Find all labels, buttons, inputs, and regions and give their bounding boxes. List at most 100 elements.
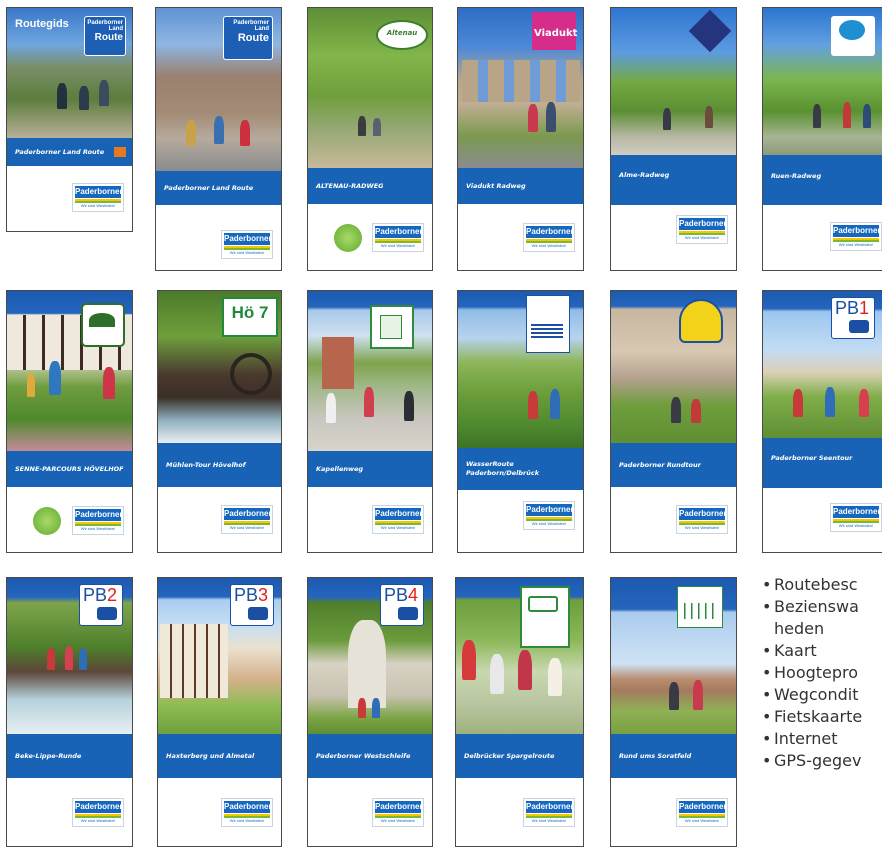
logo-name: Paderborner bbox=[526, 504, 574, 516]
pb-route-sign: PB1 bbox=[831, 297, 875, 339]
bicycle-icon bbox=[398, 607, 418, 620]
title-band: Ruen-Radweg bbox=[763, 155, 882, 205]
cyclist bbox=[214, 116, 224, 144]
cyclist bbox=[79, 648, 87, 670]
route-badge bbox=[520, 586, 570, 648]
logo-name: Paderborner bbox=[224, 508, 272, 520]
logo-tagline: Wir sind Westfalen! bbox=[229, 250, 265, 255]
brochure-title: SENNE-PARCOURS HÖVELHOF bbox=[15, 465, 124, 473]
paderborner-land-logo: Paderborner Wir sind Westfalen! bbox=[72, 798, 124, 827]
brochure-photo bbox=[7, 291, 132, 451]
logo-tagline: Wir sind Westfalen! bbox=[80, 818, 116, 823]
title-band: Beke-Lippe-Runde bbox=[7, 734, 132, 778]
paderborner-land-logo: Paderborner Wir sind Westfalen! bbox=[372, 223, 424, 252]
brochure-photo bbox=[611, 291, 736, 443]
logo-name: Paderborner bbox=[679, 801, 727, 813]
paderborner-land-logo: Paderborner Wir sind Westfalen! bbox=[72, 183, 124, 212]
brochure-card: Hö 7 Mühlen-Tour Hövelhof Paderborner Wi… bbox=[157, 290, 282, 553]
brochure-photo: Altenau bbox=[308, 8, 432, 168]
cyclist bbox=[49, 361, 61, 395]
brochure-photo bbox=[611, 578, 736, 734]
paderborner-land-logo: Paderborner Wir sind Westfalen! bbox=[523, 223, 575, 252]
list-item: • Internet bbox=[762, 729, 838, 748]
logo-tagline: Wir sind Westfalen! bbox=[684, 525, 720, 530]
route-badge bbox=[526, 295, 570, 353]
paderborner-land-logo: Paderborner Wir sind Westfalen! bbox=[72, 506, 124, 535]
brochure-title: Paderborner Westschleife bbox=[316, 752, 411, 760]
logo-name: Paderborner bbox=[679, 508, 727, 520]
brochure-card: Viadukt Viadukt Radweg Paderborner Wir s… bbox=[457, 7, 584, 271]
route-badge: Paderborner Land Route bbox=[84, 16, 126, 56]
cyclist bbox=[326, 393, 336, 423]
brochure-title: Kapellenweg bbox=[316, 465, 364, 473]
route-badge: Altenau bbox=[376, 20, 428, 50]
route-badge bbox=[688, 9, 732, 53]
brochure-card: Alme-Radweg Paderborner Wir sind Westfal… bbox=[610, 7, 737, 271]
brochure-photo bbox=[308, 291, 432, 451]
brochure-card: PB1 Paderborner Seentour Paderborner Wir… bbox=[762, 290, 882, 553]
logo-tagline: Wir sind Westfalen! bbox=[531, 243, 567, 248]
castle-tower bbox=[348, 620, 386, 708]
cyclist bbox=[65, 646, 73, 670]
logo-tagline: Wir sind Westfalen! bbox=[380, 243, 416, 248]
cyclist bbox=[99, 80, 109, 106]
logo-tagline: Wir sind Westfalen! bbox=[684, 818, 720, 823]
brochure-photo bbox=[763, 8, 882, 155]
paderborner-land-logo: Paderborner Wir sind Westfalen! bbox=[830, 222, 882, 251]
pb-route-sign: PB2 bbox=[79, 584, 123, 626]
cyclist bbox=[79, 86, 89, 110]
green-seal-icon bbox=[334, 224, 362, 252]
logo-tagline: Wir sind Westfalen! bbox=[80, 203, 116, 208]
logo-name: Paderborner bbox=[526, 801, 574, 813]
cyclist bbox=[550, 389, 560, 419]
cyclist bbox=[373, 118, 381, 136]
logo-tagline: Wir sind Westfalen! bbox=[838, 523, 874, 528]
cyclist bbox=[518, 650, 532, 690]
title-band: SENNE-PARCOURS HÖVELHOF bbox=[7, 451, 132, 487]
cyclist bbox=[462, 640, 476, 680]
cyclist bbox=[358, 116, 366, 136]
logo-tagline: Wir sind Westfalen! bbox=[229, 525, 265, 530]
route-badge: Viadukt bbox=[532, 12, 577, 50]
brochure-title: Viadukt Radweg bbox=[466, 182, 526, 190]
bicycle-icon bbox=[248, 607, 268, 620]
title-band: Paderborner Land Route bbox=[156, 171, 281, 205]
brochure-card: Altenau ALTENAU-RADWEG Paderborner Wir s… bbox=[307, 7, 433, 271]
paderborner-land-logo: Paderborner Wir sind Westfalen! bbox=[676, 798, 728, 827]
logo-name: Paderborner bbox=[679, 218, 727, 230]
cyclist bbox=[546, 102, 556, 132]
cyclist bbox=[669, 682, 679, 710]
cyclist bbox=[358, 698, 366, 718]
brochure-card: PB3 Haxterberg und Almetal Paderborner W… bbox=[157, 577, 282, 847]
list-item: • Kaart bbox=[762, 641, 817, 660]
title-band: Alme-Radweg bbox=[611, 155, 736, 205]
brochure-title: Delbrücker Spargelroute bbox=[464, 752, 555, 760]
brochure-card: Ruen-Radweg Paderborner Wir sind Westfal… bbox=[762, 7, 882, 271]
title-band: Mühlen-Tour Hövelhof bbox=[158, 443, 281, 487]
brochure-card: Paderborner Land Route Paderborner Land Ro… bbox=[155, 7, 282, 271]
logo-tagline: Wir sind Westfalen! bbox=[838, 242, 874, 247]
brochure-title: Beke-Lippe-Runde bbox=[15, 752, 82, 760]
brochure-photo: PB2 bbox=[7, 578, 132, 734]
brochure-photo bbox=[458, 291, 583, 448]
half-timbered-house bbox=[160, 624, 228, 698]
cyclist bbox=[691, 399, 701, 423]
list-item: • Hoogtepro bbox=[762, 663, 859, 682]
paderborner-land-logo: Paderborner Wir sind Westfalen! bbox=[523, 501, 575, 530]
cyclist bbox=[372, 698, 380, 718]
cyclist bbox=[490, 654, 504, 694]
paderborner-land-logo: Paderborner Wir sind Westfalen! bbox=[676, 505, 728, 534]
orange-tag-icon bbox=[114, 147, 126, 157]
viaduct-arches bbox=[462, 60, 580, 102]
route-badge: Paderborner Land Route bbox=[223, 16, 273, 60]
cyclist bbox=[813, 104, 821, 128]
brochure-photo: Viadukt bbox=[458, 8, 583, 168]
route-badge bbox=[831, 16, 875, 56]
cyclist bbox=[27, 373, 35, 397]
logo-name: Paderborner bbox=[833, 225, 881, 237]
cyclist bbox=[843, 102, 851, 128]
logo-name: Paderborner bbox=[224, 801, 272, 813]
cyclist bbox=[528, 104, 538, 132]
brochure-photo: PB1 bbox=[763, 291, 882, 438]
feature-list: • Routebesc • Bezienswa heden • Kaart • Hoog… bbox=[762, 574, 882, 845]
